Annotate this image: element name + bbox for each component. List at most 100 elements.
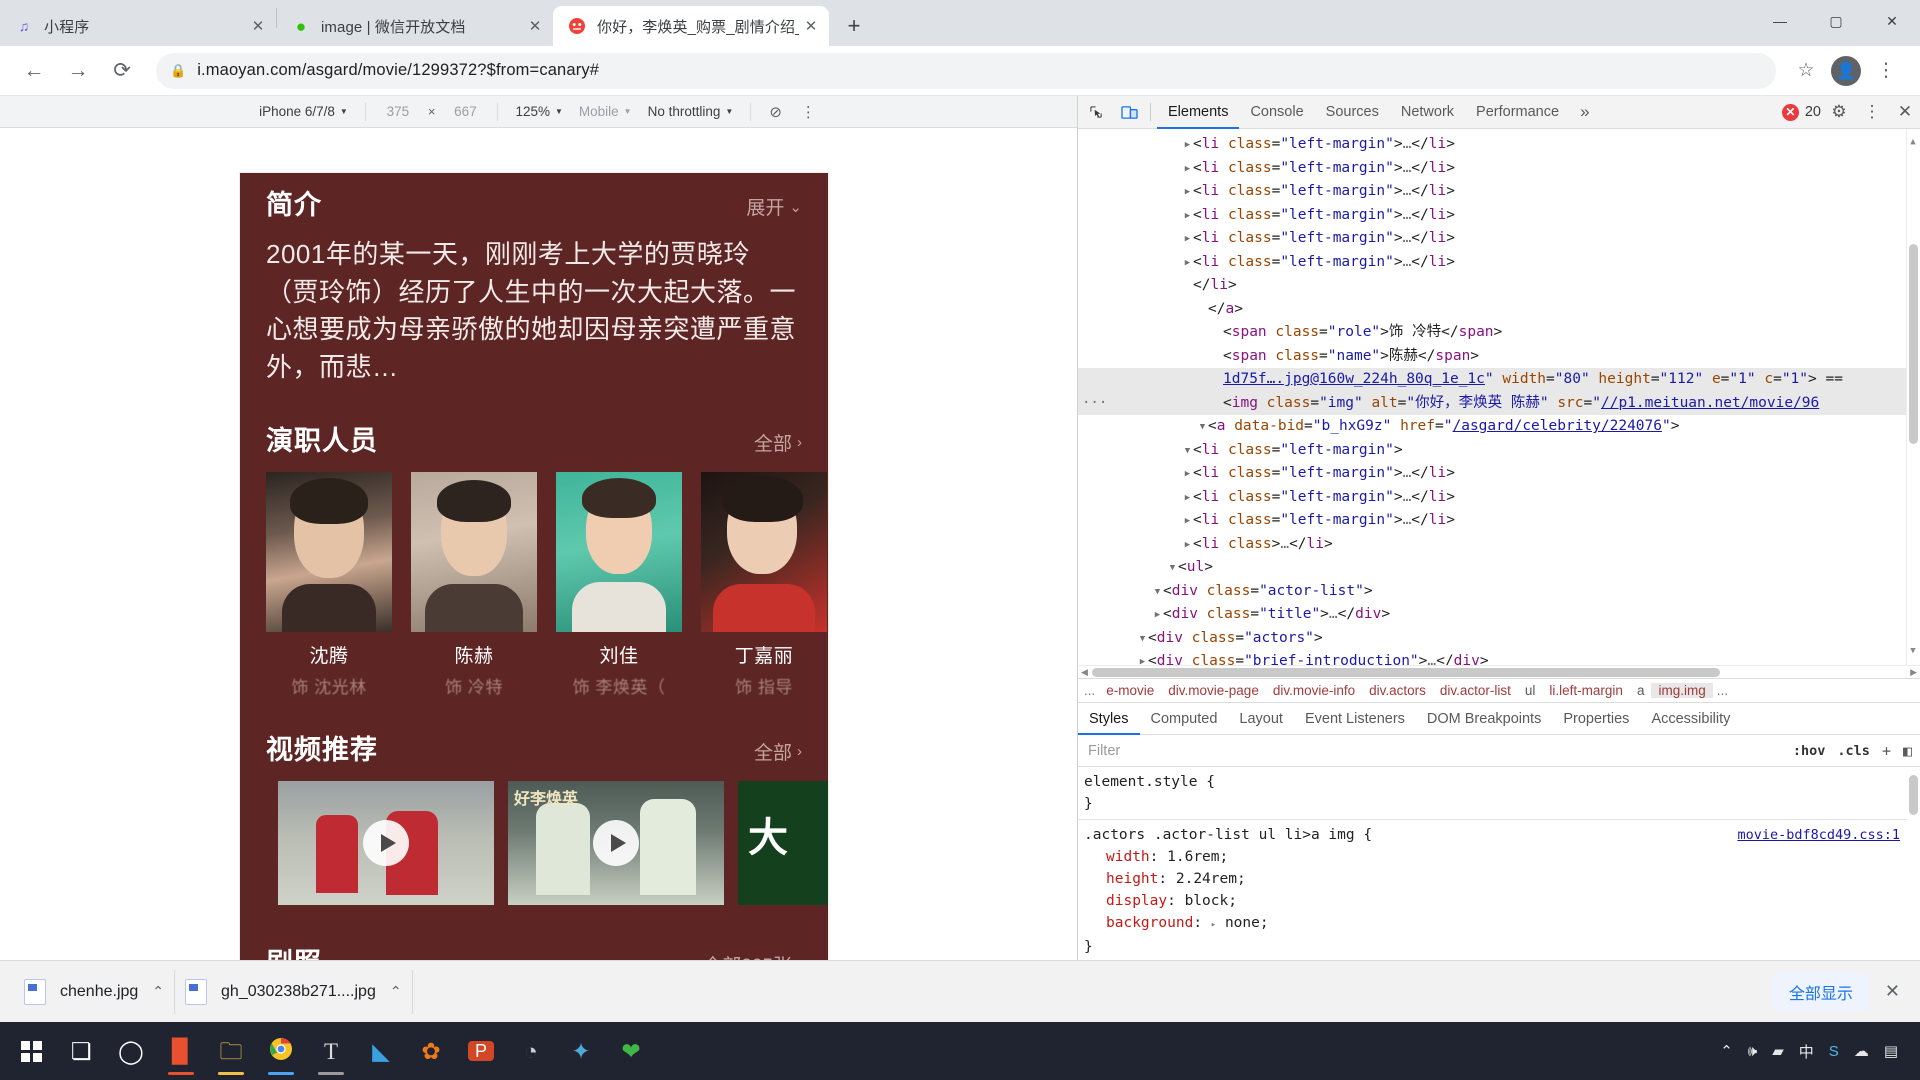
dom-tree-node[interactable]: ▶ <li class="left-margin">…</li> (1078, 204, 1920, 228)
expand-toggle-icon[interactable]: ▶ (1182, 228, 1193, 252)
expand-toggle-icon[interactable]: ▶ (1182, 487, 1193, 511)
devtools-tab-network[interactable]: Network (1390, 96, 1465, 129)
browser-tab-0[interactable]: ♫ 小程序 ✕ (0, 6, 276, 46)
ime-indicator[interactable]: 中 (1799, 1041, 1814, 1062)
zoom-selector[interactable]: 125% ▼ (507, 104, 570, 119)
devtools-tab-console[interactable]: Console (1239, 96, 1314, 129)
declaration[interactable]: width: 1.6rem; (1084, 846, 1920, 868)
expand-arrow-icon[interactable]: ▸ (1211, 920, 1216, 930)
hscroll-left-icon[interactable]: ◀ (1081, 667, 1088, 678)
dom-tree-scroll-thumb[interactable] (1909, 244, 1918, 444)
expand-toggle-icon[interactable]: ▶ (1182, 252, 1193, 276)
expand-toggle-icon[interactable]: ▼ (1152, 581, 1163, 605)
window-close-button[interactable]: ✕ (1864, 0, 1920, 42)
dom-tree-node[interactable]: ▶ <div class="brief-introduction">…</div> (1078, 650, 1920, 665)
inspect-icon[interactable] (1081, 98, 1111, 126)
bookmark-star-icon[interactable]: ☆ (1786, 51, 1826, 91)
devtools-kebab-icon[interactable]: ⋮ (1857, 98, 1887, 126)
taskbar-task-view-button[interactable]: ❏ (56, 1025, 106, 1077)
device-toggle-icon[interactable] (1114, 98, 1144, 126)
toggle-sidebar-icon[interactable]: ◧ (1903, 742, 1912, 760)
rotate-icon[interactable]: ⊘ (760, 103, 791, 121)
breadcrumb-item[interactable]: div.actor-list (1433, 683, 1518, 698)
taskbar-app-clion[interactable]: ▉ (156, 1025, 206, 1077)
devtools-close-icon[interactable]: ✕ (1890, 98, 1920, 126)
devtools-tab-elements[interactable]: Elements (1157, 96, 1239, 129)
play-icon[interactable] (593, 819, 639, 866)
video-item[interactable]: 好李焕英 (508, 780, 724, 905)
dom-tree-node[interactable]: ▶ <div class="title">…</div> (1078, 603, 1920, 627)
taskbar-powerpoint[interactable]: P (456, 1025, 506, 1077)
actor-item[interactable]: 沈腾 饰 沈光林 (266, 471, 392, 698)
notification-icon[interactable]: ▤ (1884, 1042, 1898, 1060)
expand-toggle-icon[interactable]: ▼ (1182, 440, 1193, 464)
window-minimize-button[interactable]: — (1752, 0, 1808, 42)
error-count-badge[interactable]: ✕ 20 (1781, 103, 1821, 121)
reload-button[interactable]: ⟳ (102, 51, 142, 91)
dom-tree-hscroll-thumb[interactable] (1092, 668, 1720, 678)
close-shelf-icon[interactable]: ✕ (1885, 981, 1906, 1002)
expand-toggle-icon[interactable]: ▶ (1137, 651, 1148, 665)
download-item[interactable]: gh_030238b271....jpg ⌃ (175, 969, 413, 1014)
breadcrumb-item[interactable]: ... (1713, 683, 1732, 698)
hscroll-right-icon[interactable]: ▶ (1910, 667, 1917, 678)
taskbar-wechat[interactable]: ❤ (606, 1025, 656, 1077)
taskbar-vscode[interactable]: ◣ (356, 1025, 406, 1077)
back-button[interactable]: ← (14, 51, 54, 91)
intro-expand-button[interactable]: 展开 ⌄ (746, 193, 802, 220)
download-menu-icon[interactable]: ⌃ (152, 983, 164, 1000)
play-icon[interactable] (363, 819, 409, 866)
dom-tree-node[interactable]: ▶ <li class="left-margin">…</li> (1078, 509, 1920, 533)
taskbar-start-button[interactable] (6, 1025, 56, 1077)
volume-icon[interactable]: 🕪 (1748, 1043, 1757, 1060)
tab-dom-breakpoints[interactable]: DOM Breakpoints (1416, 703, 1552, 735)
device-selector[interactable]: iPhone 6/7/8 ▼ (251, 104, 356, 119)
tab-computed[interactable]: Computed (1140, 703, 1229, 735)
dom-tree-node[interactable]: ▶ <li class="left-margin">…</li> (1078, 486, 1920, 510)
tab-styles[interactable]: Styles (1078, 703, 1140, 735)
breadcrumb-item[interactable]: div.actors (1362, 683, 1433, 698)
breadcrumb-item[interactable]: img.img (1651, 683, 1713, 699)
breadcrumb-item[interactable]: li.left-margin (1542, 683, 1630, 698)
dom-tree-node[interactable]: 1d75f….jpg@160w_224h_80q_1e_1c" width="8… (1078, 368, 1920, 392)
profile-avatar[interactable]: 👤 (1826, 51, 1866, 91)
dom-tree-node[interactable]: </li> (1078, 274, 1920, 298)
dom-tree-node[interactable]: ▶ <li class="left-margin">…</li> (1078, 180, 1920, 204)
network-throttle-selector[interactable]: No throttling ▼ (640, 104, 742, 119)
download-item[interactable]: chenhe.jpg ⌃ (14, 969, 176, 1014)
expand-toggle-icon[interactable]: ▶ (1182, 463, 1193, 487)
breadcrumb-item[interactable]: ... (1080, 683, 1099, 698)
dom-tree-scrollbar[interactable]: ▲ ▼ (1906, 129, 1920, 666)
expand-toggle-icon[interactable]: ▶ (1182, 158, 1193, 182)
dom-tree-node[interactable]: ▼ <div class="actors"> (1078, 627, 1920, 651)
cls-toggle[interactable]: .cls (1837, 743, 1870, 759)
breadcrumb-item[interactable]: ul (1518, 683, 1543, 698)
expand-toggle-icon[interactable]: ▼ (1137, 628, 1148, 652)
dom-tree-node[interactable]: ▶ <li class="left-margin">…</li> (1078, 133, 1920, 157)
sogou-icon[interactable]: S (1829, 1043, 1839, 1060)
rule-source-link[interactable]: movie-bdf8cd49.css:1 (1737, 824, 1900, 846)
style-rule-element-style[interactable]: element.style { } (1078, 767, 1920, 821)
onedrive-icon[interactable]: ☁ (1854, 1042, 1869, 1060)
dom-tree-node[interactable]: ▶ <li class="left-margin">…</li> (1078, 462, 1920, 486)
dom-tree-node[interactable]: ··· <img class="img" alt="你好，李焕英 陈赫" src=… (1078, 391, 1920, 415)
tab-close-icon[interactable]: ✕ (523, 14, 547, 38)
declaration[interactable]: background: ▸ none; (1084, 912, 1920, 936)
tab-layout[interactable]: Layout (1228, 703, 1294, 735)
browser-tab-1[interactable]: ● image | 微信开放文档 ✕ (277, 6, 553, 46)
video-item[interactable]: 大 (738, 780, 828, 905)
breadcrumb-item[interactable]: div.movie-info (1266, 683, 1362, 698)
expand-toggle-icon[interactable]: ▶ (1182, 205, 1193, 229)
dom-tree-node[interactable]: ▶ <li class="left-margin">…</li> (1078, 157, 1920, 181)
expand-toggle-icon[interactable]: ▶ (1182, 134, 1193, 158)
hov-toggle[interactable]: :hov (1793, 743, 1826, 759)
scroll-down-icon[interactable]: ▼ (1908, 640, 1918, 664)
tab-close-icon[interactable]: ✕ (799, 14, 823, 38)
gear-icon[interactable]: ⚙ (1824, 98, 1854, 126)
styles-filter-input[interactable]: Filter (1088, 743, 1793, 759)
actors-more-button[interactable]: 全部 › (754, 429, 802, 456)
taskbar-file-explorer[interactable]: 🗀 (206, 1025, 256, 1077)
dom-tree-node[interactable]: ▶ <li class="left-margin">…</li> (1078, 227, 1920, 251)
styles-scrollbar[interactable] (1907, 767, 1920, 960)
new-tab-button[interactable]: + (837, 9, 871, 43)
